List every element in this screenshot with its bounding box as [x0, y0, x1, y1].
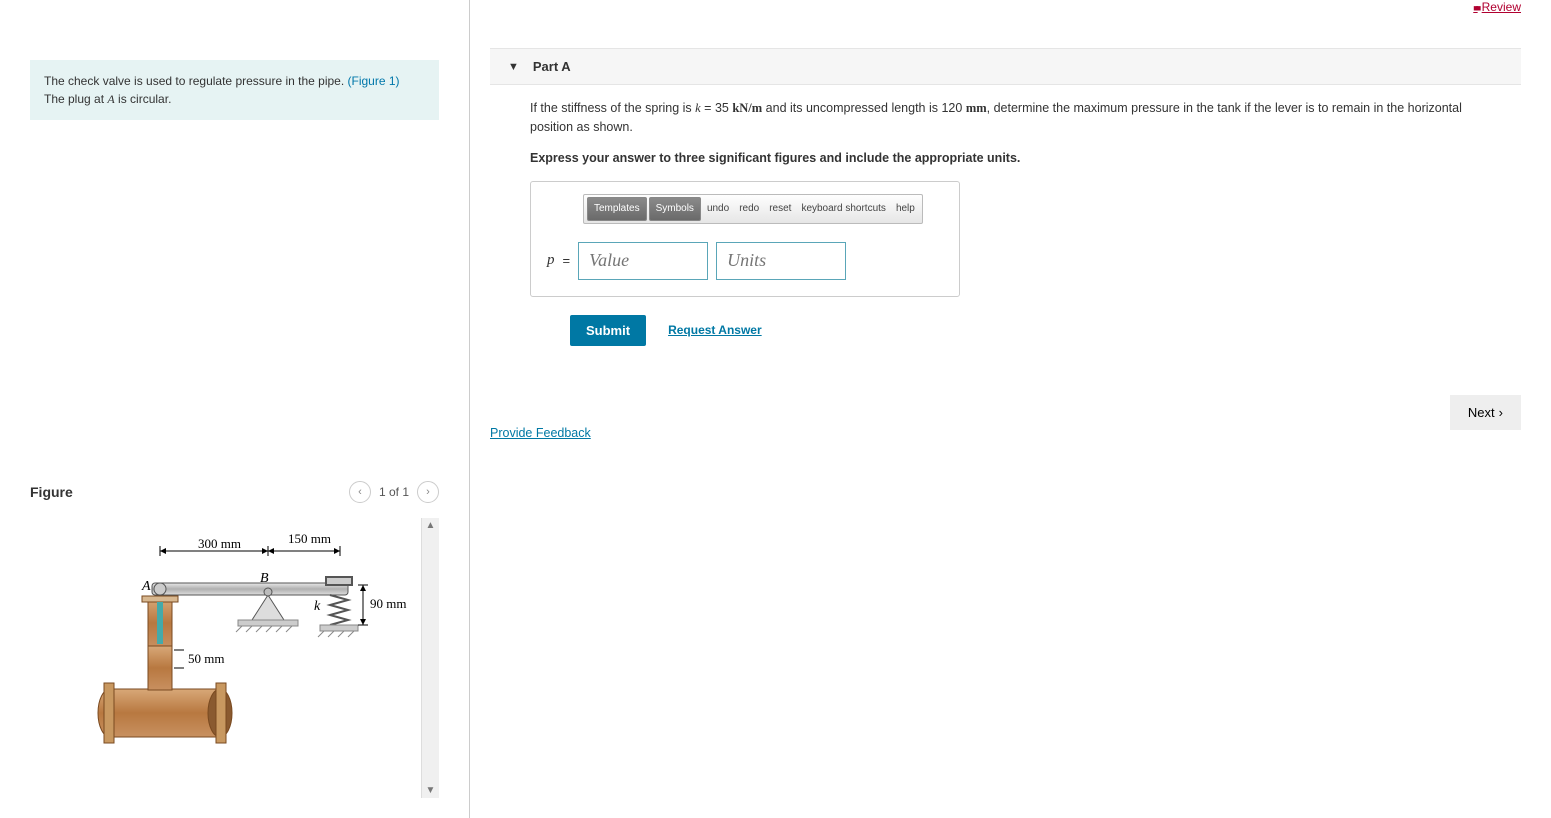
right-panel: Review ▼ Part A If the stiffness of the …: [470, 0, 1551, 818]
symbols-button[interactable]: Symbols: [649, 197, 701, 221]
undo-button[interactable]: undo: [702, 203, 734, 214]
answer-input-row: p =: [547, 242, 943, 280]
equation-toolbar: Templates Symbols undo redo reset keyboa…: [583, 194, 923, 224]
templates-button[interactable]: Templates: [587, 197, 647, 221]
figure-title: Figure: [30, 484, 73, 500]
scroll-down-icon[interactable]: ▼: [426, 785, 436, 796]
redo-button[interactable]: redo: [734, 203, 764, 214]
dim-150: 150 mm: [288, 531, 331, 546]
problem-line2b: is circular.: [115, 92, 172, 106]
value-input[interactable]: [578, 242, 708, 280]
reset-button[interactable]: reset: [764, 203, 796, 214]
left-panel: The check valve is used to regulate pres…: [0, 0, 470, 818]
figure-diagram: 300 mm 150 mm: [30, 518, 421, 798]
action-row: Submit Request Answer: [570, 315, 1490, 346]
pager-text: 1 of 1: [379, 485, 409, 499]
answer-box: Templates Symbols undo redo reset keyboa…: [530, 181, 960, 297]
dim-90: 90 mm: [370, 596, 406, 611]
label-B: B: [260, 571, 269, 586]
figure-body: 300 mm 150 mm: [30, 518, 439, 798]
collapse-icon[interactable]: ▼: [508, 61, 519, 73]
figure-header: Figure ‹ 1 of 1 ›: [30, 481, 439, 503]
pager-prev-button[interactable]: ‹: [349, 481, 371, 503]
dim-50: 50 mm: [188, 651, 224, 666]
problem-line1: The check valve is used to regulate pres…: [44, 74, 348, 88]
units-input[interactable]: [716, 242, 846, 280]
bottom-row: Provide Feedback Next ›: [490, 386, 1521, 440]
question-text: If the stiffness of the spring is k = 35…: [530, 99, 1490, 137]
problem-line2a: The plug at: [44, 92, 107, 106]
figure-pager: ‹ 1 of 1 ›: [349, 481, 439, 503]
pager-next-button[interactable]: ›: [417, 481, 439, 503]
answer-variable: p: [547, 252, 555, 269]
provide-feedback-link[interactable]: Provide Feedback: [490, 426, 591, 440]
chevron-right-icon: ›: [1499, 405, 1503, 420]
next-label: Next: [1468, 405, 1495, 420]
request-answer-link[interactable]: Request Answer: [668, 323, 762, 337]
var-A: A: [107, 92, 114, 106]
next-button[interactable]: Next ›: [1450, 395, 1521, 430]
part-title: Part A: [533, 59, 571, 74]
help-button[interactable]: help: [891, 203, 920, 214]
answer-instruction: Express your answer to three significant…: [530, 151, 1490, 165]
keyboard-button[interactable]: keyboard shortcuts: [796, 203, 891, 214]
figure-scrollbar[interactable]: ▲ ▼: [421, 518, 439, 798]
review-link[interactable]: Review: [1473, 0, 1521, 14]
dim-300: 300 mm: [198, 536, 241, 551]
equals-sign: =: [563, 253, 571, 268]
figure-link[interactable]: (Figure 1): [348, 74, 400, 88]
submit-button[interactable]: Submit: [570, 315, 646, 346]
part-header[interactable]: ▼ Part A: [490, 48, 1521, 85]
question-body: If the stiffness of the spring is k = 35…: [490, 85, 1490, 346]
label-A: A: [141, 579, 151, 594]
problem-statement: The check valve is used to regulate pres…: [30, 60, 439, 120]
scroll-up-icon[interactable]: ▲: [426, 520, 436, 531]
figure-section: Figure ‹ 1 of 1 ›: [30, 481, 439, 798]
label-k: k: [314, 599, 321, 614]
